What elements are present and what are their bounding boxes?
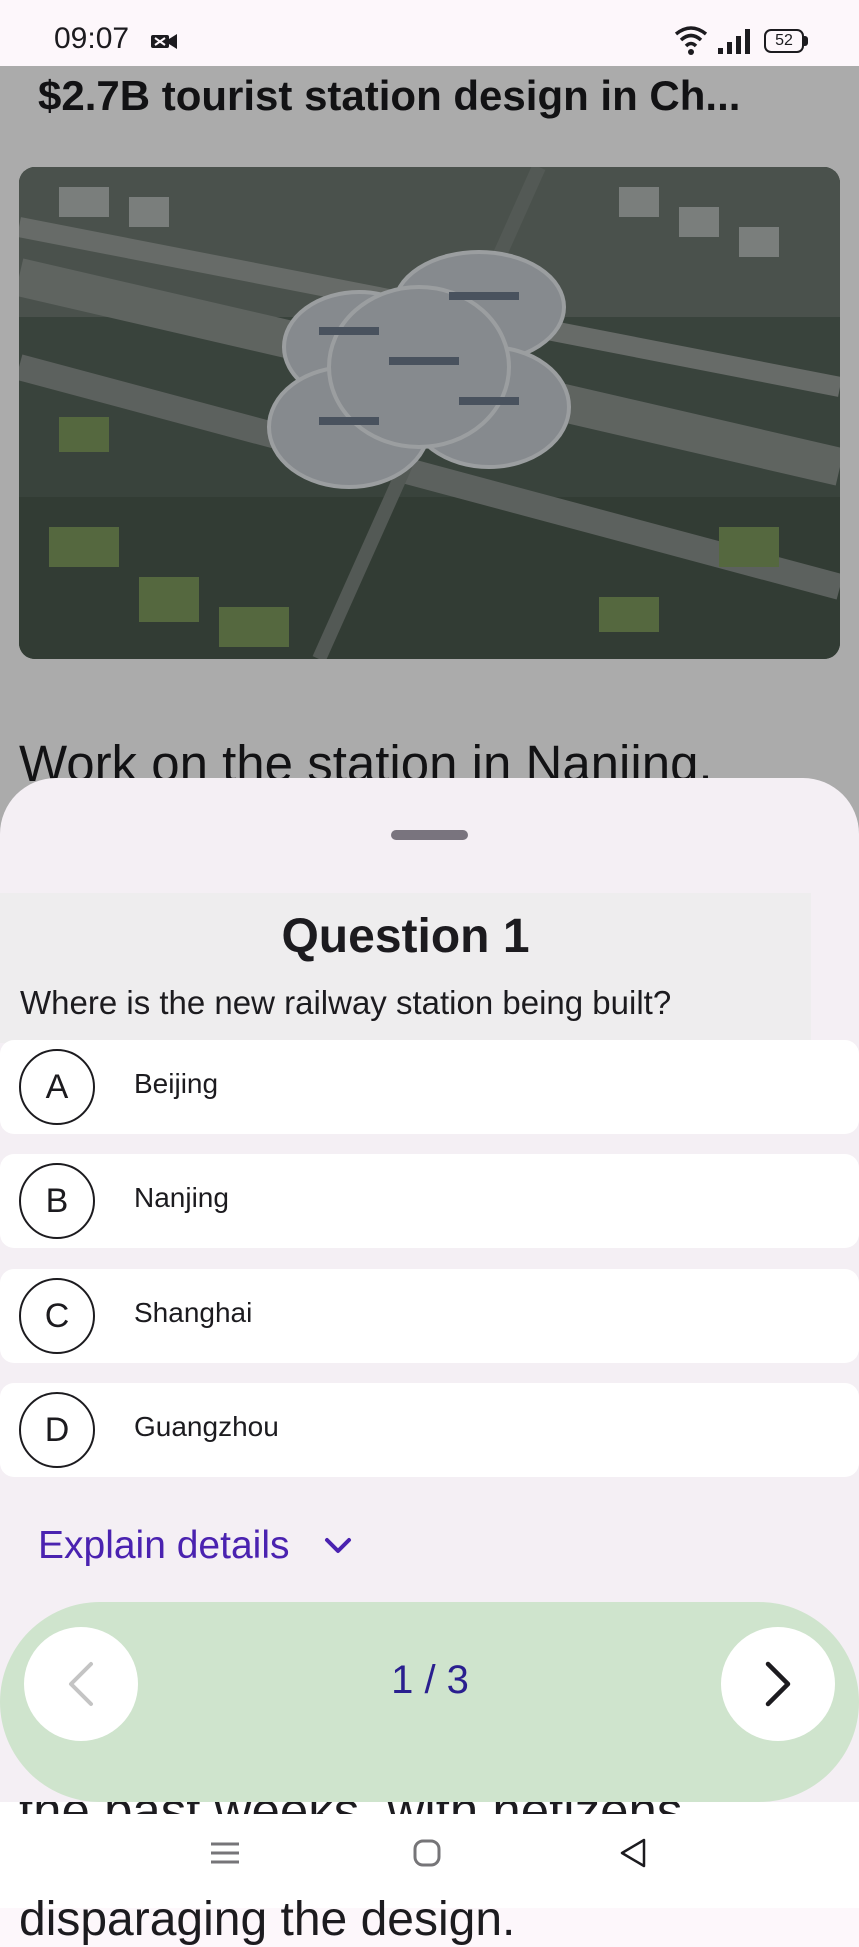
wifi-icon — [674, 26, 708, 55]
explain-details-label: Explain details — [38, 1524, 290, 1567]
option-label: Shanghai — [134, 1297, 253, 1328]
chevron-down-icon — [325, 1538, 352, 1553]
signal-icon — [718, 29, 750, 54]
status-time: 09:07 — [54, 22, 130, 55]
option-label: Beijing — [134, 1068, 219, 1099]
chevron-right-icon — [765, 1661, 791, 1707]
back-nav-icon[interactable] — [616, 1836, 650, 1870]
option-label: Nanjing — [134, 1182, 229, 1213]
menu-nav-icon[interactable] — [208, 1838, 242, 1868]
drag-handle[interactable] — [391, 830, 468, 840]
next-question-button[interactable] — [721, 1627, 835, 1741]
option-letter-badge: A — [19, 1049, 95, 1125]
option-a[interactable]: A Beijing — [0, 1040, 859, 1134]
question-pager: 1 / 3 — [0, 1602, 859, 1802]
battery-tip — [804, 36, 808, 46]
option-label: Guangzhou — [134, 1411, 279, 1442]
chevron-left-icon — [69, 1662, 93, 1706]
battery-icon: 52 — [764, 29, 804, 53]
question-title: Question 1 — [281, 910, 530, 963]
question-text: Where is the new railway station being b… — [20, 984, 672, 1021]
option-letter-badge: B — [19, 1163, 95, 1239]
home-nav-icon[interactable] — [412, 1838, 442, 1868]
quiz-bottom-sheet: Question 1 Where is the new railway stat… — [0, 778, 859, 1802]
option-c[interactable]: C Shanghai — [0, 1269, 859, 1363]
question-panel: Question 1 Where is the new railway stat… — [0, 893, 811, 1043]
status-bar: 09:07 52 — [0, 0, 859, 66]
notification-icon — [151, 34, 177, 49]
previous-question-button[interactable] — [24, 1627, 138, 1741]
article-tail-line-2: disparaging the design. — [19, 1893, 516, 1946]
page-indicator: 1 / 3 — [391, 1658, 469, 1702]
explain-details-toggle[interactable]: Explain details — [38, 1516, 353, 1576]
option-d[interactable]: D Guangzhou — [0, 1383, 859, 1477]
option-letter-badge: D — [19, 1392, 95, 1468]
option-b[interactable]: B Nanjing — [0, 1154, 859, 1248]
option-letter-badge: C — [19, 1278, 95, 1354]
